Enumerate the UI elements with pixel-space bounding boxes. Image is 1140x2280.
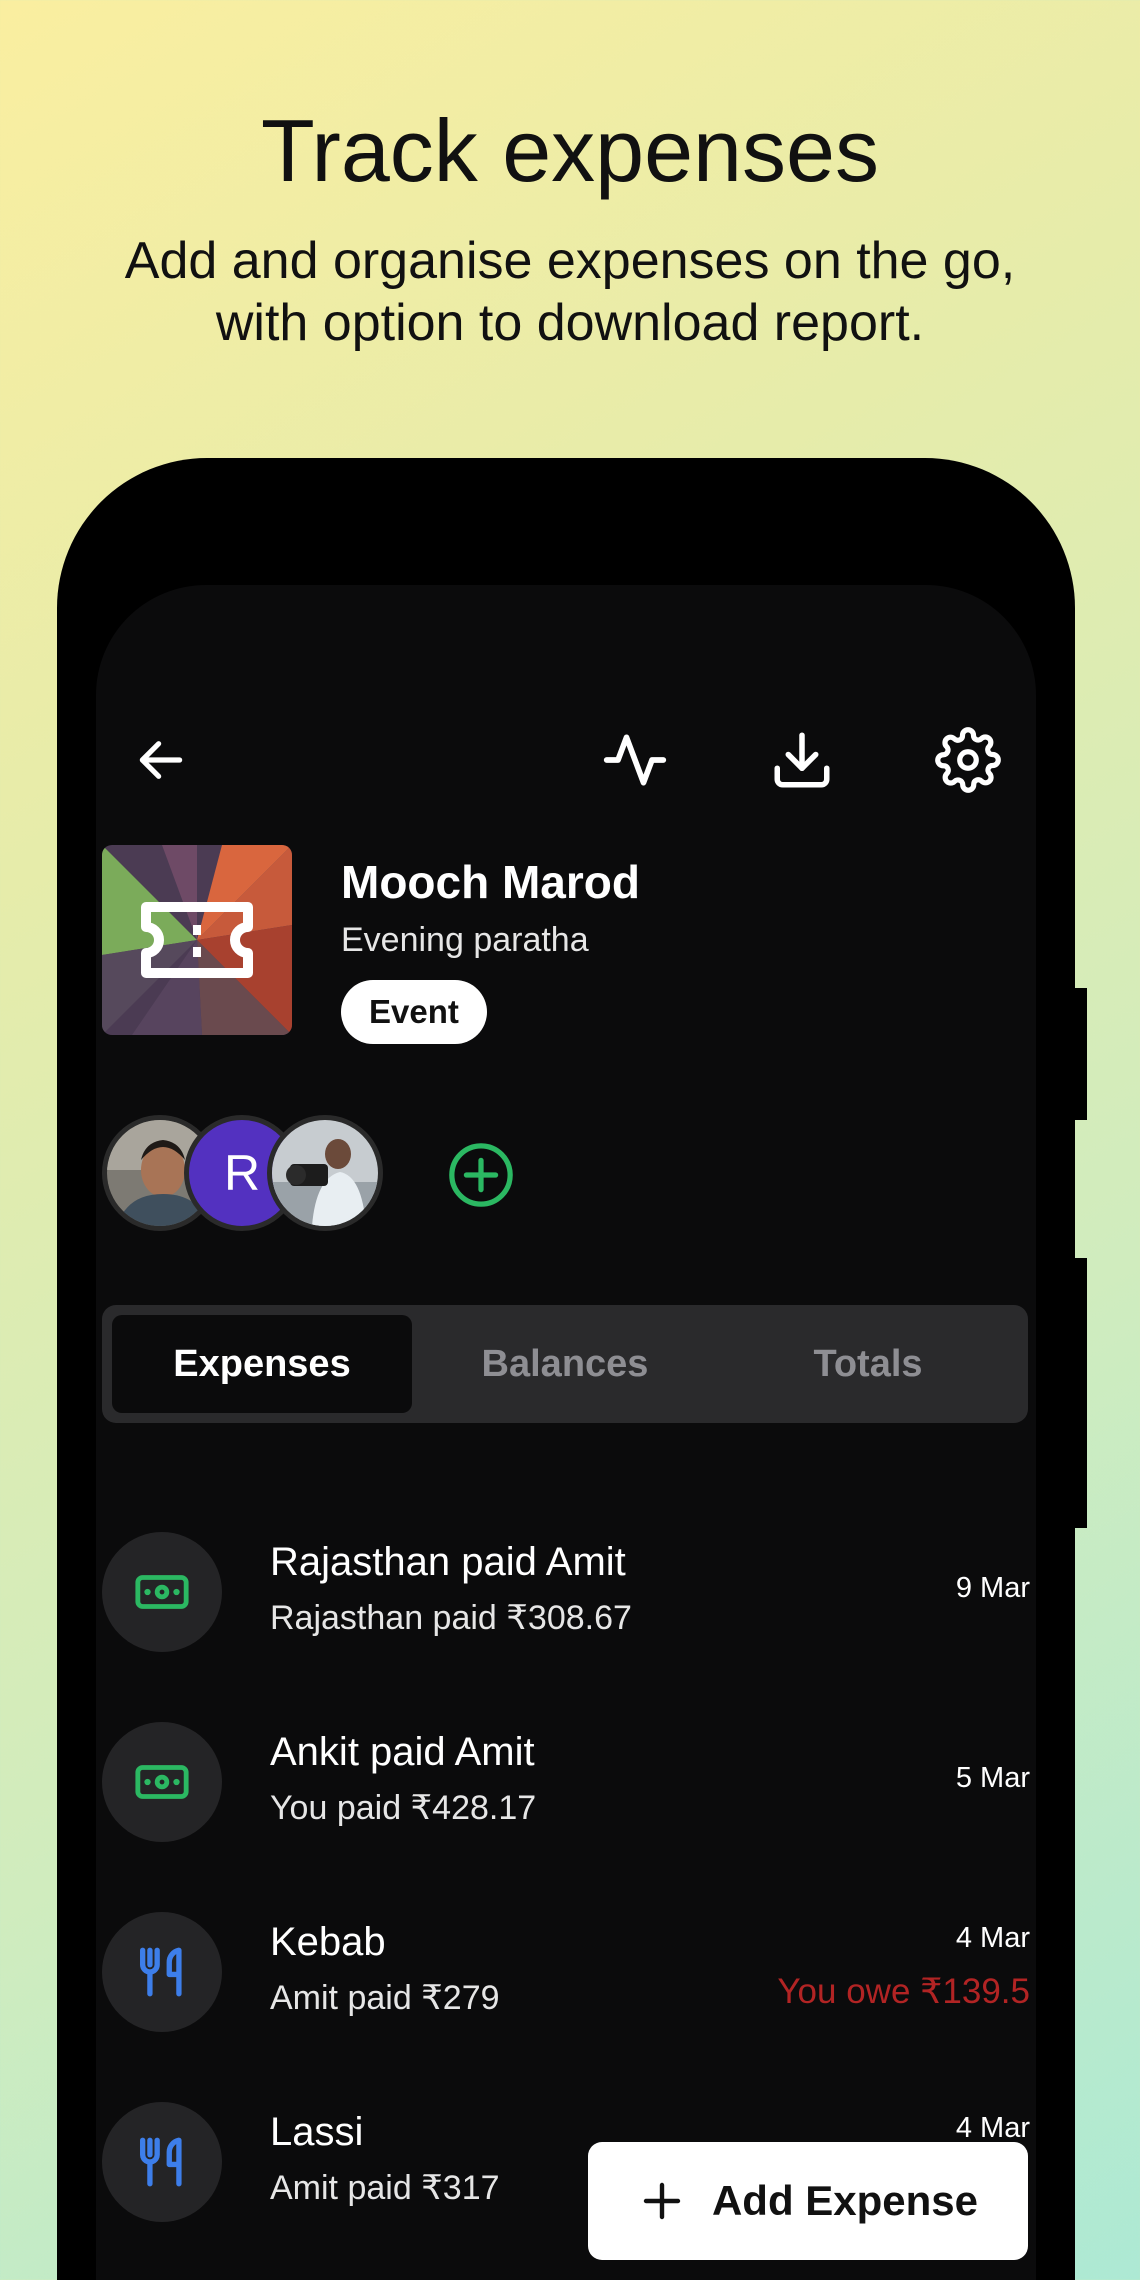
promo-subtitle: Add and organise expenses on the go, wit… (124, 232, 1016, 352)
app-screen: Mooch Marod Evening paratha Event R Expe… (96, 585, 1036, 2280)
expense-subtitle: Rajasthan paid ₹308.67 (270, 1599, 632, 1637)
arrow-left-icon (139, 741, 183, 779)
expense-subtitle: You paid ₹428.17 (270, 1789, 537, 1827)
ticket-icon (102, 845, 292, 1035)
settings-button[interactable] (923, 715, 1013, 805)
expense-row[interactable]: Ankit paid Amit You paid ₹428.17 5 Mar (96, 1710, 1036, 1860)
expense-owe-amount: You owe ₹139.5 (777, 1972, 1030, 2011)
expense-date: 4 Mar (955, 1922, 1030, 1954)
back-button[interactable] (116, 715, 206, 805)
cash-icon (102, 1532, 222, 1652)
group-name: Mooch Marod (341, 856, 640, 908)
activity-icon (603, 734, 667, 786)
tab-balances[interactable]: Balances (415, 1315, 715, 1413)
expense-title: Kebab (270, 1920, 386, 1964)
tab-expenses[interactable]: Expenses (112, 1315, 412, 1413)
fork-knife-icon (102, 1912, 222, 2032)
group-description: Evening paratha (341, 921, 589, 959)
expense-subtitle: Amit paid ₹279 (270, 1979, 500, 2017)
expense-title: Rajasthan paid Amit (270, 1540, 626, 1584)
phone-volume-button (1075, 988, 1087, 1120)
cash-icon (102, 1722, 222, 1842)
group-type-badge: Event (341, 980, 487, 1044)
member-avatar[interactable] (267, 1115, 383, 1231)
phone-power-button (1075, 1258, 1087, 1528)
promo-title: Track expenses (261, 101, 879, 200)
expense-title: Ankit paid Amit (270, 1730, 535, 1774)
group-image[interactable] (102, 845, 292, 1035)
add-expense-label: Add Expense (711, 2177, 979, 2224)
expense-row[interactable]: Kebab Amit paid ₹279 4 Mar You owe ₹139.… (96, 1900, 1036, 2050)
expense-title: Lassi (270, 2110, 364, 2154)
gear-icon (935, 727, 1001, 793)
tab-bar: Expenses Balances Totals (102, 1305, 1028, 1423)
expense-date: 9 Mar (955, 1572, 1030, 1604)
expense-row[interactable]: Rajasthan paid Amit Rajasthan paid ₹308.… (96, 1520, 1036, 1670)
expense-date: 5 Mar (955, 1762, 1030, 1794)
tab-totals[interactable]: Totals (718, 1315, 1018, 1413)
plus-circle-icon (449, 1143, 513, 1207)
expense-date: 4 Mar (955, 2112, 1030, 2144)
download-icon (774, 732, 830, 788)
download-button[interactable] (757, 715, 847, 805)
plus-icon (643, 2182, 681, 2220)
add-expense-button[interactable]: Add Expense (588, 2142, 1028, 2260)
activity-button[interactable] (590, 715, 680, 805)
add-member-button[interactable] (446, 1140, 516, 1210)
fork-knife-icon (102, 2102, 222, 2222)
expense-subtitle: Amit paid ₹317 (270, 2169, 500, 2207)
